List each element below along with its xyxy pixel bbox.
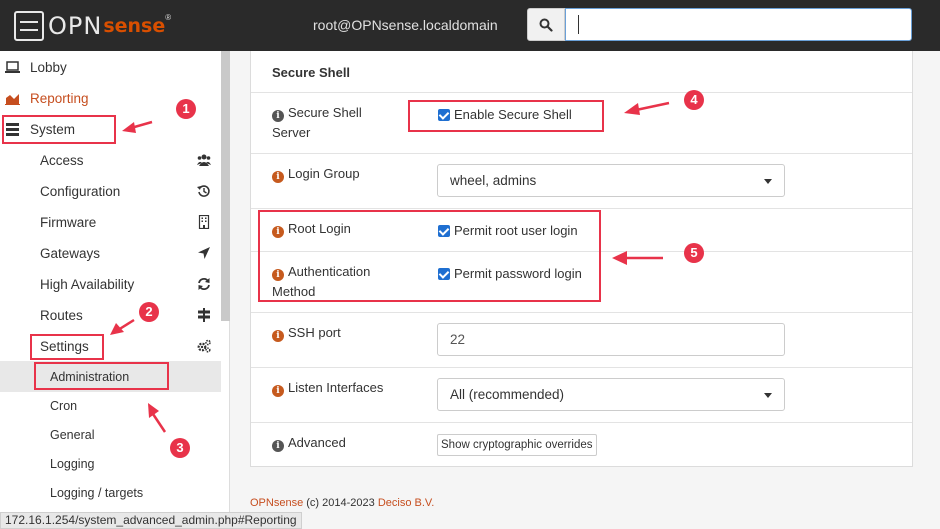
opnsense-logo-icon <box>14 11 44 41</box>
browser-status-bar: 172.16.1.254/system_advanced_admin.php#R… <box>0 512 302 529</box>
history-icon <box>197 185 210 197</box>
info-icon[interactable]: i <box>272 110 284 122</box>
sidebar-item-label: Reporting <box>30 91 89 106</box>
row-label-text: Advanced <box>288 435 346 450</box>
user-menu[interactable]: root@OPNsense.localdomain <box>313 17 498 33</box>
show-cryptographic-overrides-button[interactable]: Show cryptographic overrides <box>437 434 597 456</box>
highlight-administration <box>34 362 169 390</box>
users-icon <box>197 154 211 166</box>
annotation-badge-3: 3 <box>170 438 190 458</box>
building-icon <box>198 215 210 229</box>
location-arrow-icon <box>198 247 210 259</box>
advanced-label: i Advanced <box>272 433 402 453</box>
row-divider <box>251 92 912 93</box>
info-icon[interactable]: i <box>272 440 284 452</box>
ssh-port-input[interactable]: 22 <box>437 323 785 356</box>
row-divider <box>251 422 912 423</box>
text-cursor <box>578 15 579 34</box>
caret-down-icon <box>764 179 772 184</box>
row-label-text: Secure Shell Server <box>272 105 362 140</box>
area-chart-icon <box>5 94 20 105</box>
info-icon[interactable]: i <box>272 385 284 397</box>
row-label-text: SSH port <box>288 325 341 340</box>
sidebar-item-label: Lobby <box>30 60 67 75</box>
laptop-icon <box>5 61 20 73</box>
footer-company-link[interactable]: Deciso B.V. <box>378 497 434 509</box>
logo-registered: ® <box>165 13 172 22</box>
footer-brand-link[interactable]: OPNsense <box>250 497 303 509</box>
logo-accent: sense <box>103 15 166 37</box>
highlight-login-options <box>258 210 601 302</box>
sidebar-item-label: Firmware <box>40 215 97 230</box>
login-group-select[interactable]: wheel, admins <box>437 164 785 197</box>
sidebar-item-gateways[interactable]: Gateways <box>0 238 221 269</box>
map-signs-icon <box>198 308 210 322</box>
sidebar-item-label: Configuration <box>40 184 121 199</box>
sidebar-item-configuration[interactable]: Configuration <box>0 176 221 207</box>
sidebar-item-label: Cron <box>50 398 78 413</box>
row-divider <box>251 208 912 209</box>
footer: OPNsense (c) 2014-2023 Deciso B.V. <box>250 497 434 509</box>
sidebar-item-label: Logging / targets <box>50 485 144 500</box>
highlight-system <box>2 115 116 144</box>
row-divider <box>251 367 912 368</box>
sidebar-scrollbar[interactable] <box>221 51 230 321</box>
panel-title: Secure Shell <box>272 65 351 80</box>
search-icon <box>539 18 553 32</box>
opnsense-logo[interactable]: OPN sense ® <box>14 9 171 43</box>
annotation-badge-4: 4 <box>684 90 704 110</box>
sidebar-item-routes[interactable]: Routes <box>0 300 221 331</box>
sidebar-item-label: Access <box>40 153 84 168</box>
info-icon[interactable]: i <box>272 330 284 342</box>
listen-interfaces-label: i Listen Interfaces <box>272 378 402 398</box>
select-value: All (recommended) <box>450 387 565 402</box>
row-divider <box>251 153 912 154</box>
sidebar-item-label: General <box>50 427 95 442</box>
annotation-badge-2: 2 <box>139 302 159 322</box>
ssh-port-label: i SSH port <box>272 323 402 343</box>
refresh-icon <box>198 278 210 290</box>
row-divider <box>251 312 912 313</box>
caret-down-icon <box>764 393 772 398</box>
info-icon[interactable]: i <box>272 171 284 183</box>
sidebar-item-lobby[interactable]: Lobby <box>0 52 221 83</box>
login-group-label: i Login Group <box>272 164 402 184</box>
annotation-badge-1: 1 <box>176 99 196 119</box>
sidebar-item-firmware[interactable]: Firmware <box>0 207 221 238</box>
listen-interfaces-select[interactable]: All (recommended) <box>437 378 785 411</box>
sidebar-item-access[interactable]: Access <box>0 145 221 176</box>
highlight-settings <box>30 334 104 360</box>
sidebar-item-label: Logging <box>50 456 95 471</box>
search-input[interactable] <box>565 8 912 41</box>
sidebar-item-logging-targets[interactable]: Logging / targets <box>0 477 221 508</box>
search-button[interactable] <box>527 8 565 41</box>
secure-shell-server-label: i Secure Shell Server <box>272 103 402 143</box>
top-navbar: OPN sense ® root@OPNsense.localdomain <box>0 0 940 51</box>
select-value: wheel, admins <box>450 173 537 188</box>
footer-copyright: (c) 2014-2023 <box>303 497 378 509</box>
logo-text: OPN <box>48 12 103 40</box>
cogs-icon <box>197 339 211 353</box>
row-label-text: Listen Interfaces <box>288 380 384 395</box>
highlight-enable-secure-shell <box>408 100 604 132</box>
sidebar-item-label: Gateways <box>40 246 101 261</box>
sidebar-item-high-availability[interactable]: High Availability <box>0 269 221 300</box>
annotation-badge-5: 5 <box>684 243 704 263</box>
sidebar-item-label: Routes <box>40 308 83 323</box>
sidebar-item-cron[interactable]: Cron <box>0 390 221 421</box>
row-label-text: Login Group <box>288 166 360 181</box>
sidebar-item-label: High Availability <box>40 277 135 292</box>
